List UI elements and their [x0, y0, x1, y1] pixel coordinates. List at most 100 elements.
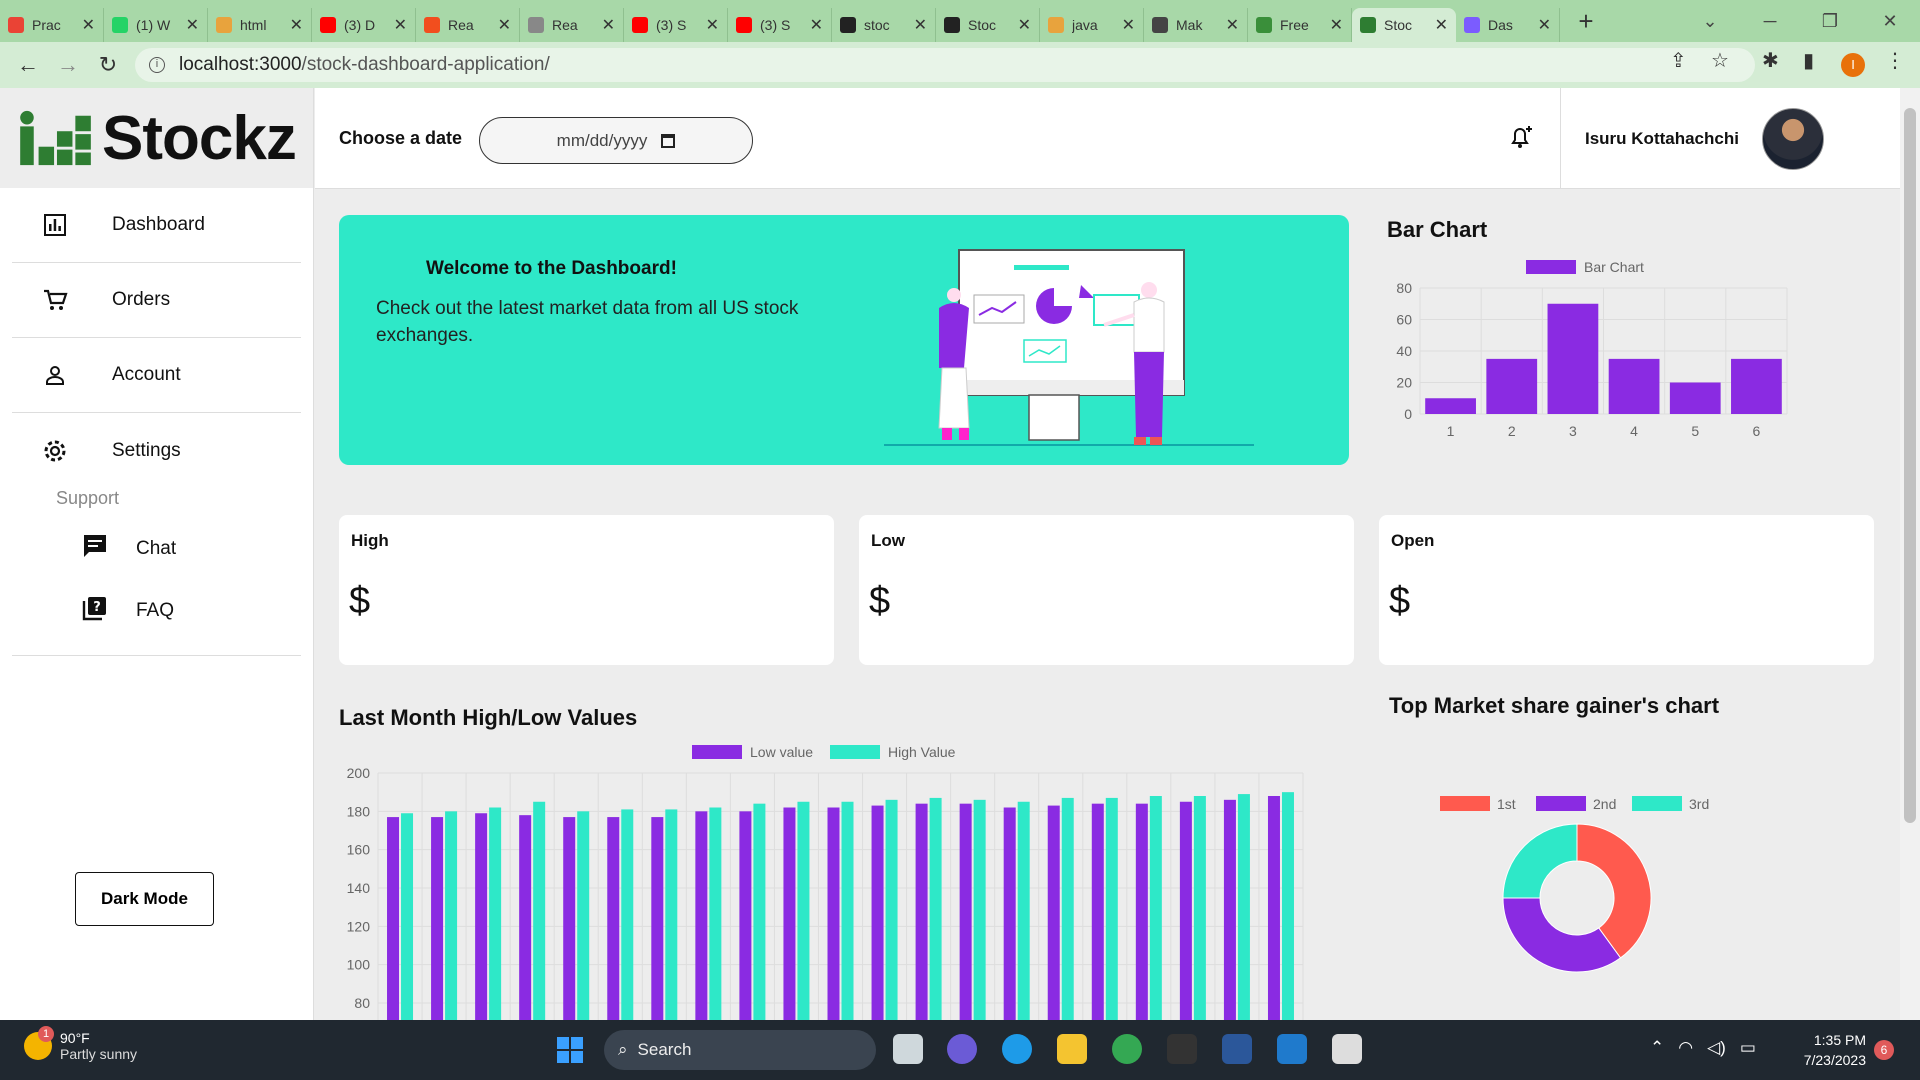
browser-tab[interactable]: Free ✕	[1248, 8, 1352, 42]
card-label: High	[351, 531, 389, 550]
gear-icon	[42, 438, 68, 464]
browser-tab[interactable]: Stoc ✕	[936, 8, 1040, 42]
chevron-up-icon[interactable]: ⌃	[1650, 1038, 1664, 1058]
tab-close-icon[interactable]: ✕	[1018, 15, 1031, 35]
share-icon[interactable]: ⇪	[1670, 48, 1687, 73]
reload-icon[interactable]: ↻	[88, 52, 128, 78]
browser-tab[interactable]: java ✕	[1040, 8, 1144, 42]
tab-search-icon[interactable]: ⌄	[1680, 11, 1740, 32]
browser-tab[interactable]: Rea ✕	[416, 8, 520, 42]
brand-logo[interactable]: Stockz	[0, 88, 313, 188]
open-card: Open $	[1379, 515, 1874, 665]
sidebar-item-faq[interactable]: ? FAQ	[12, 580, 301, 642]
url-field[interactable]: i localhost:3000/stock-dashboard-applica…	[135, 48, 1755, 82]
browser-tab[interactable]: Stoc ✕	[1352, 8, 1456, 42]
browser-tab[interactable]: Rea ✕	[520, 8, 624, 42]
browser-tab[interactable]: Das ✕	[1456, 8, 1560, 42]
close-window-icon[interactable]: ✕	[1860, 11, 1920, 32]
calendar-icon[interactable]	[661, 133, 676, 148]
bar	[1223, 799, 1236, 1020]
top-bar: Choose a date mm/dd/yyyy Isuru Kottahach…	[315, 88, 1900, 189]
browser-tab[interactable]: (3) S ✕	[624, 8, 728, 42]
dark-mode-button[interactable]: Dark Mode	[75, 872, 214, 926]
svg-text:?: ?	[93, 600, 101, 615]
bell-icon[interactable]	[1507, 123, 1535, 158]
back-icon[interactable]: ←	[8, 52, 48, 78]
tab-close-icon[interactable]: ✕	[82, 15, 95, 35]
sidebar-item-chat[interactable]: Chat	[12, 518, 301, 580]
minimize-icon[interactable]: ─	[1740, 11, 1800, 32]
volume-icon[interactable]: ◁)	[1707, 1038, 1726, 1058]
tab-close-icon[interactable]: ✕	[186, 15, 199, 35]
bar	[445, 811, 458, 1020]
tab-close-icon[interactable]: ✕	[394, 15, 407, 35]
side-panel-icon[interactable]: ▮	[1803, 48, 1814, 73]
page-scrollbar[interactable]	[1900, 88, 1920, 1020]
terminal-icon[interactable]	[1167, 1034, 1197, 1064]
tab-close-icon[interactable]: ✕	[1435, 15, 1448, 35]
bar	[1047, 805, 1060, 1020]
browser-tab[interactable]: html ✕	[208, 8, 312, 42]
tab-close-icon[interactable]: ✕	[706, 15, 719, 35]
scrollbar-thumb[interactable]	[1904, 108, 1916, 823]
file-explorer-icon[interactable]	[1057, 1034, 1087, 1064]
browser-tab[interactable]: (3) D ✕	[312, 8, 416, 42]
sidebar-item-account[interactable]: Account	[12, 338, 301, 413]
word-icon[interactable]	[1222, 1034, 1252, 1064]
browser-menu-icon[interactable]: ⋮	[1885, 48, 1905, 73]
restore-icon[interactable]: ❐	[1800, 11, 1860, 32]
tab-close-icon[interactable]: ✕	[1538, 15, 1551, 35]
bar	[1281, 792, 1294, 1020]
new-tab-icon[interactable]: +	[1566, 6, 1606, 37]
edge-icon[interactable]	[1002, 1034, 1032, 1064]
browser-tab[interactable]: (1) W ✕	[104, 8, 208, 42]
sidebar-item-dashboard[interactable]: Dashboard	[12, 188, 301, 263]
taskbar-search[interactable]: ⌕ Search	[604, 1030, 876, 1070]
person-icon	[42, 362, 68, 388]
weather-widget[interactable]: 1 90°F Partly sunny	[24, 1026, 137, 1062]
notification-badge[interactable]: 6	[1874, 1040, 1894, 1060]
search-label: Search	[637, 1040, 692, 1059]
card-label: Open	[1391, 531, 1435, 550]
bar	[1091, 803, 1104, 1020]
tab-close-icon[interactable]: ✕	[1122, 15, 1135, 35]
avatar[interactable]	[1762, 108, 1824, 170]
sidebar-item-settings[interactable]: Settings	[12, 413, 301, 488]
browser-tab[interactable]: (3) S ✕	[728, 8, 832, 42]
sidebar-item-orders[interactable]: Orders	[12, 263, 301, 338]
tab-close-icon[interactable]: ✕	[810, 15, 823, 35]
weather-temp: 90°F	[60, 1030, 90, 1046]
tab-close-icon[interactable]: ✕	[1330, 15, 1343, 35]
chrome-icon[interactable]	[1112, 1034, 1142, 1064]
battery-icon[interactable]: ▭	[1740, 1038, 1756, 1058]
sidebar-item-label: Chat	[136, 538, 177, 559]
tab-close-icon[interactable]: ✕	[498, 15, 511, 35]
vscode-icon[interactable]	[1277, 1034, 1307, 1064]
tab-close-icon[interactable]: ✕	[914, 15, 927, 35]
bar	[1669, 382, 1721, 414]
site-info-icon[interactable]: i	[149, 57, 165, 73]
bookmark-star-icon[interactable]: ☆	[1711, 48, 1729, 73]
forward-icon[interactable]: →	[48, 52, 88, 78]
bar	[973, 799, 986, 1020]
teams-icon[interactable]	[947, 1034, 977, 1064]
profile-avatar[interactable]: I	[1841, 53, 1865, 77]
clock[interactable]: 1:35 PM 7/23/2023	[1790, 1030, 1866, 1070]
browser-tab[interactable]: stoc ✕	[832, 8, 936, 42]
task-view-icon[interactable]	[893, 1034, 923, 1064]
donut-chart-title: Top Market share gainer's chart	[1389, 693, 1720, 718]
tab-title: (1) W	[136, 17, 171, 33]
tab-close-icon[interactable]: ✕	[1226, 15, 1239, 35]
start-icon[interactable]	[557, 1037, 583, 1063]
date-input[interactable]: mm/dd/yyyy	[479, 117, 753, 164]
y-tick-label: 100	[347, 957, 371, 973]
browser-tab[interactable]: Mak ✕	[1144, 8, 1248, 42]
bar	[871, 805, 884, 1020]
browser-tab[interactable]: Prac ✕	[0, 8, 104, 42]
tab-close-icon[interactable]: ✕	[290, 15, 303, 35]
snipping-tool-icon[interactable]	[1332, 1034, 1362, 1064]
wifi-icon[interactable]: ◠	[1678, 1038, 1693, 1058]
high-low-chart: Low value High Value 80 100 120 140 160 180 200	[347, 744, 1304, 1020]
extensions-icon[interactable]: ✱	[1762, 48, 1779, 73]
tab-close-icon[interactable]: ✕	[602, 15, 615, 35]
